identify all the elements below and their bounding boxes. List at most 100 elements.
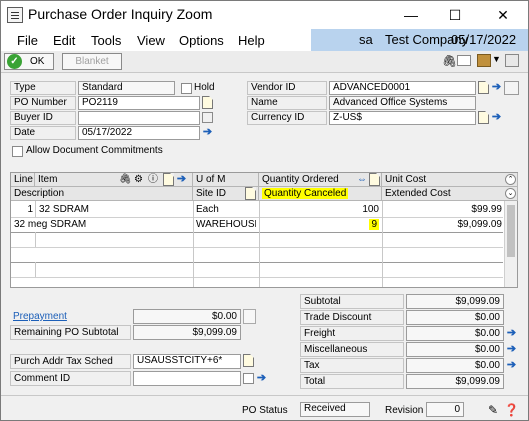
line-number-cell[interactable]: 1 [11, 202, 33, 217]
chevron-down-icon[interactable]: ▼ [492, 54, 501, 64]
toolbar: ✓ OK Blanket 🖇 ▼ [1, 51, 528, 73]
info-icon[interactable]: ⓘ [148, 173, 158, 186]
trade-discount-label: Trade Discount [300, 310, 404, 325]
arrow-right-icon[interactable]: ➔ [506, 327, 517, 340]
checkmark-icon: ✓ [7, 54, 22, 69]
subtotal-label: Subtotal [300, 294, 404, 309]
note-icon[interactable] [457, 55, 471, 66]
arrow-right-icon[interactable]: ➔ [506, 343, 517, 356]
menu-view[interactable]: View [137, 33, 165, 48]
arrow-right-icon[interactable]: ➔ [256, 372, 267, 385]
tax-schedule-label: Purch Addr Tax Sched [10, 354, 131, 369]
comment-id-label: Comment ID [10, 371, 131, 386]
note-icon[interactable] [478, 81, 489, 94]
expand-rows-icon[interactable]: ⌄ [505, 188, 516, 199]
grid-scrollbar[interactable] [504, 201, 517, 287]
minimize-button[interactable]: — [389, 1, 433, 29]
ok-label: OK [30, 56, 45, 67]
arrow-right-icon[interactable]: ➔ [491, 111, 502, 124]
note-icon[interactable] [245, 187, 256, 200]
window-title: Purchase Order Inquiry Zoom [28, 6, 213, 22]
menu-help[interactable]: Help [238, 33, 265, 48]
allow-commitments-label: Allow Document Commitments [26, 145, 163, 156]
arrow-right-icon[interactable]: ➔ [506, 359, 517, 372]
menu-file[interactable]: File [17, 33, 38, 48]
blanket-button[interactable]: Blanket [62, 53, 122, 70]
date-field[interactable]: 05/17/2022 [78, 126, 200, 140]
col-header-line: Line [11, 173, 35, 187]
allow-commitments-checkbox[interactable] [12, 146, 23, 157]
print-options-icon[interactable] [477, 54, 491, 67]
description-cell[interactable]: 32 meg SDRAM [14, 217, 189, 232]
attachment-icon[interactable]: 🖇 [442, 54, 457, 68]
help-icon[interactable]: ❓ [504, 403, 519, 417]
tax-schedule-field[interactable]: USAUSSTCITY+6* [133, 354, 241, 369]
total-field: $9,099.09 [406, 374, 504, 389]
tax-field: $0.00 [406, 358, 504, 373]
prepayment-field: $0.00 [133, 309, 241, 324]
prepayment-link[interactable]: Prepayment [13, 311, 67, 322]
link-icon[interactable]: ⇔ [357, 173, 367, 186]
user-id: sa [359, 32, 373, 47]
col-header-site-id-label: Site ID [196, 188, 227, 199]
ok-button[interactable]: ✓ OK [4, 53, 54, 70]
miscellaneous-field: $0.00 [406, 342, 504, 357]
col-header-item-label: Item [38, 174, 58, 185]
po-status-field: Received [300, 402, 370, 417]
title-bar: Purchase Order Inquiry Zoom — ☐ ✕ [1, 1, 528, 29]
scrollbar-thumb[interactable] [507, 205, 515, 257]
type-field: Standard [78, 81, 175, 95]
help-icon[interactable] [505, 54, 519, 67]
arrow-right-icon[interactable]: ➔ [176, 173, 187, 186]
remaining-po-subtotal-field: $9,099.09 [133, 325, 241, 340]
company-info-bar: sa Test Company 05/17/2022 [311, 29, 528, 51]
vendor-name-field: Advanced Office Systems [329, 96, 476, 110]
miscellaneous-label: Miscellaneous [300, 342, 404, 357]
col-header-qty-canceled-label: Quantity Canceled [262, 188, 349, 199]
note-icon[interactable] [243, 354, 254, 367]
trade-discount-field: $0.00 [406, 310, 504, 325]
total-label: Total [300, 374, 404, 389]
comment-note-icon[interactable] [243, 373, 254, 384]
note-icon[interactable] [369, 173, 380, 186]
uom-cell[interactable]: Each [196, 202, 256, 217]
hold-checkbox[interactable] [181, 83, 192, 94]
menu-tools[interactable]: Tools [91, 33, 121, 48]
freight-label: Freight [300, 326, 404, 341]
close-button[interactable]: ✕ [481, 1, 525, 29]
attachment-icon[interactable]: 🖇 [119, 173, 132, 186]
col-header-qty-ordered-label: Quantity Ordered [262, 174, 339, 185]
edit-note-icon[interactable]: ✎ [488, 403, 498, 417]
unit-cost-cell[interactable]: $99.99 [384, 202, 502, 217]
menu-edit[interactable]: Edit [53, 33, 75, 48]
currency-id-field[interactable]: Z-US$ [329, 111, 476, 125]
maximize-button[interactable]: ☐ [433, 1, 477, 29]
revision-label: Revision [385, 405, 424, 416]
col-header-extended-cost: Extended Cost [382, 187, 518, 201]
item-cell[interactable]: 32 SDRAM [39, 202, 189, 217]
vendor-id-field[interactable]: ADVANCED0001 [329, 81, 476, 95]
vendor-id-label: Vendor ID [247, 81, 327, 95]
prepayment-note-icon[interactable] [243, 309, 256, 324]
menu-options[interactable]: Options [179, 33, 224, 48]
po-number-field[interactable]: PO2119 [78, 96, 200, 110]
item-lookup-icon[interactable]: ⚙ [134, 173, 143, 186]
buyer-id-field[interactable] [78, 111, 200, 125]
extended-cost-cell[interactable]: $9,099.09 [384, 217, 503, 232]
qty-canceled-cell[interactable]: 9 [261, 217, 379, 232]
purchase-order-inquiry-window: Purchase Order Inquiry Zoom — ☐ ✕ File E… [0, 0, 529, 421]
vendor-lookup-icon[interactable] [504, 81, 519, 95]
col-header-description: Description [11, 187, 193, 201]
arrow-right-icon[interactable]: ➔ [491, 81, 502, 94]
collapse-rows-icon[interactable]: ⌃ [505, 174, 516, 185]
note-icon[interactable] [478, 111, 489, 124]
qty-ordered-cell[interactable]: 100 [261, 202, 379, 217]
note-icon[interactable] [163, 173, 174, 186]
comment-id-field[interactable] [133, 371, 241, 386]
site-id-cell[interactable]: WAREHOUSE [196, 217, 256, 232]
buyer-note-icon[interactable] [202, 112, 213, 123]
arrow-right-icon[interactable]: ➔ [202, 126, 213, 139]
qty-canceled-value: 9 [369, 219, 379, 230]
note-icon[interactable] [202, 96, 213, 109]
remaining-po-subtotal-label: Remaining PO Subtotal [10, 325, 131, 340]
